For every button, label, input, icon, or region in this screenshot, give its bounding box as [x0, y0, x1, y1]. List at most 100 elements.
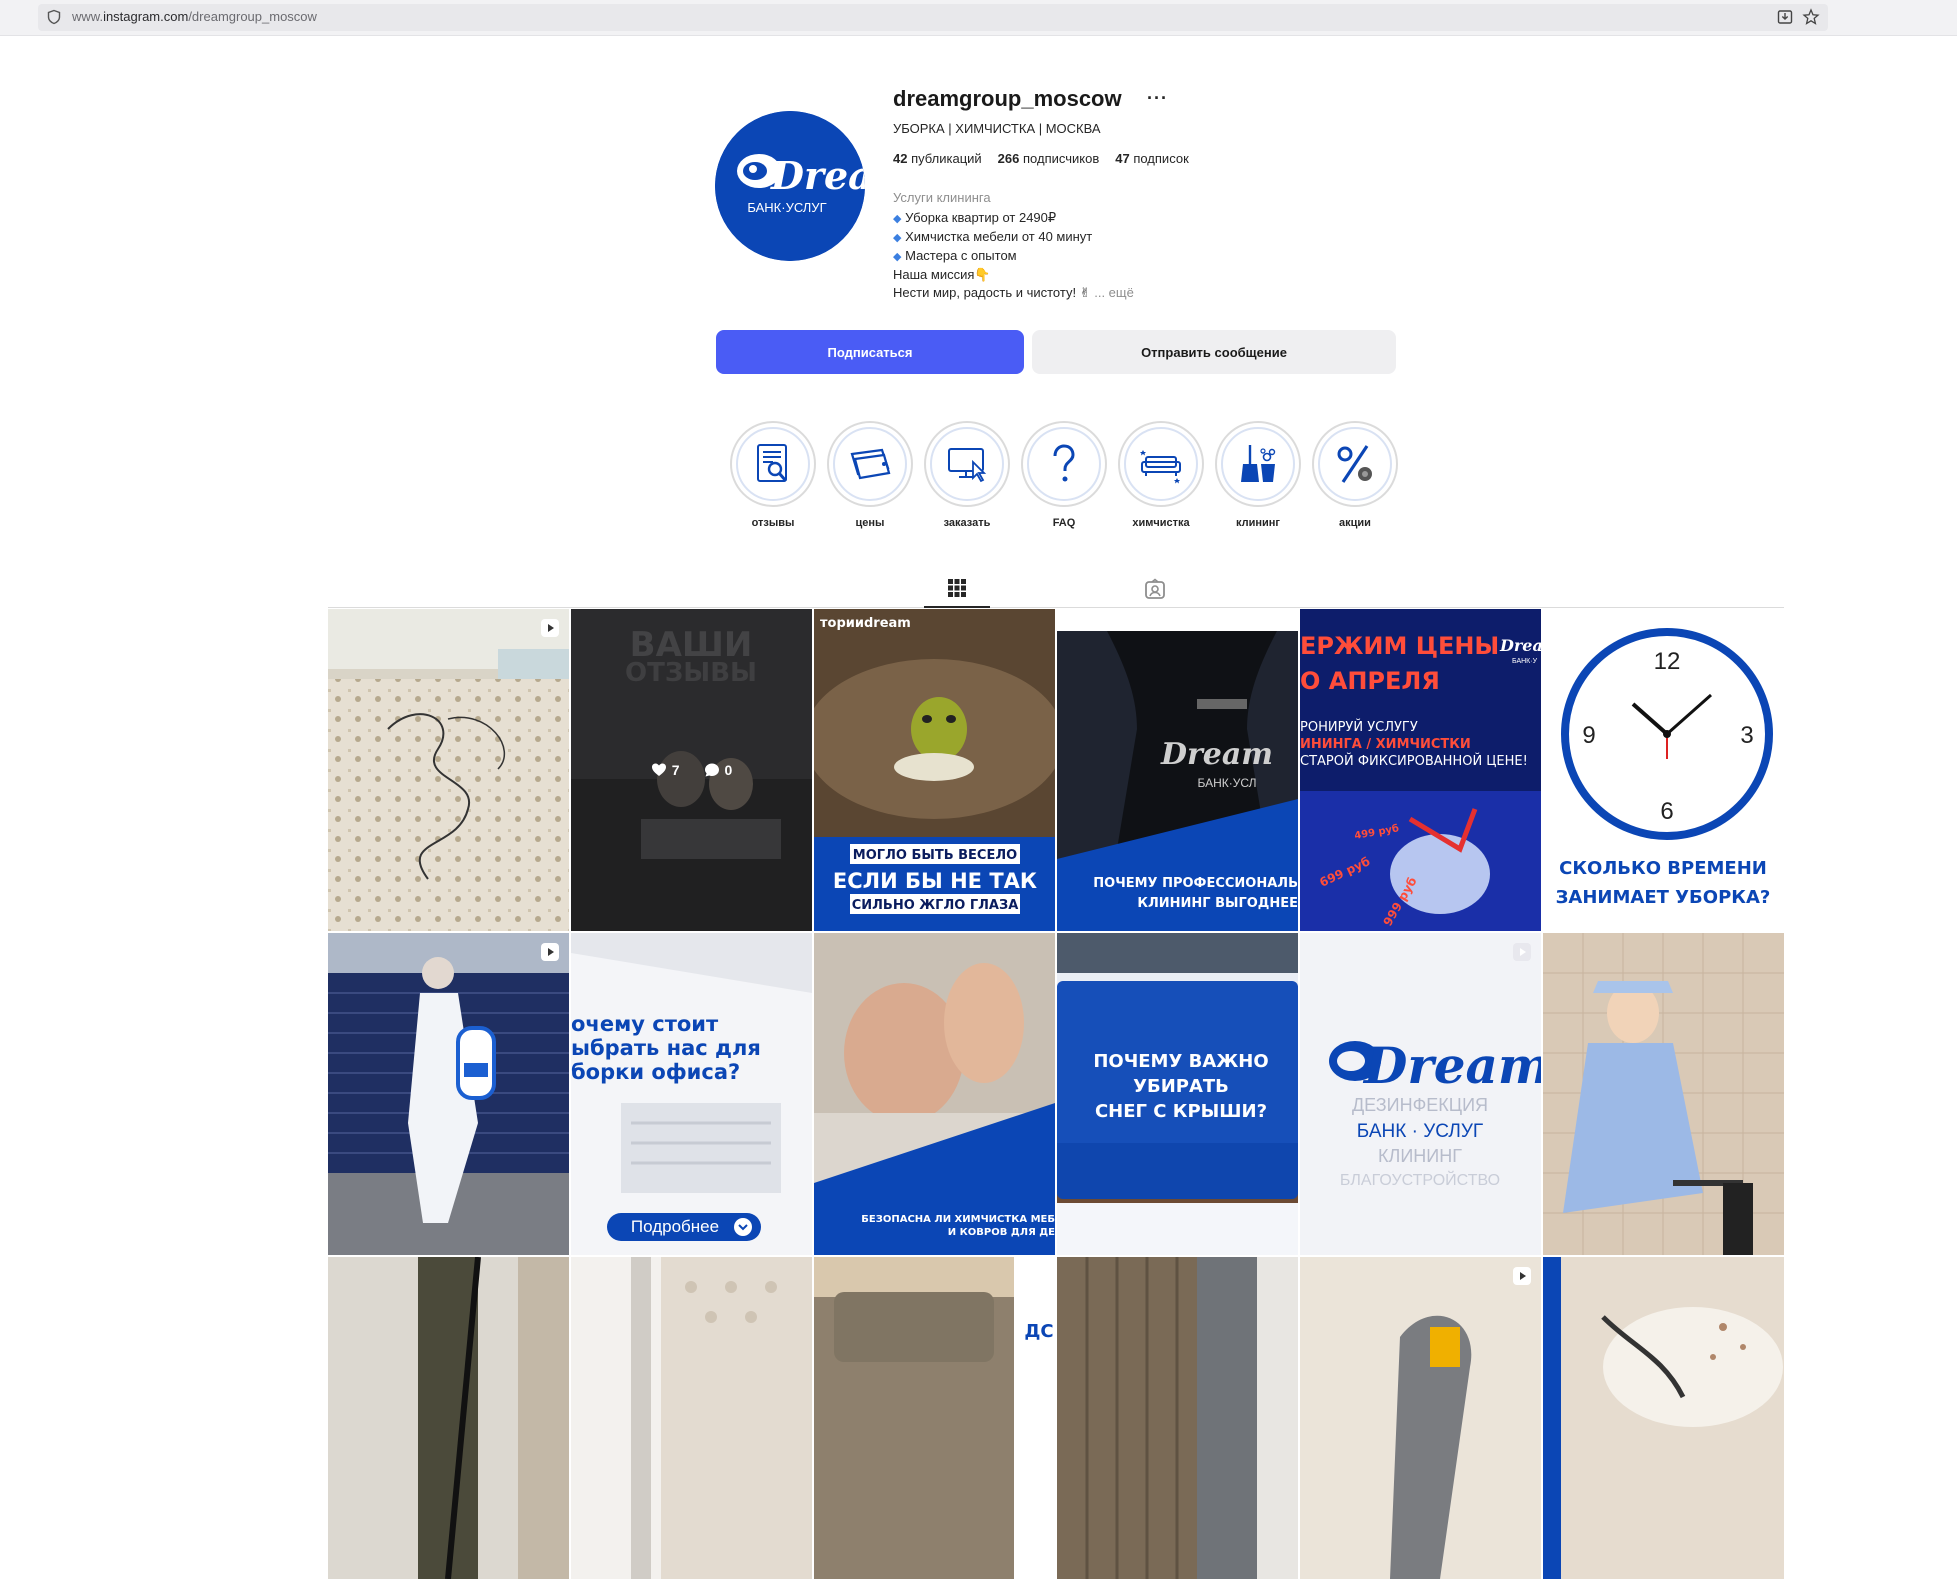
tab-tagged[interactable] — [1122, 570, 1188, 608]
diamond-icon: ◆ — [893, 251, 902, 263]
follow-button[interactable]: Подписаться — [716, 330, 1024, 374]
post-caption: И КОВРОВ ДЛЯ ДЕ — [948, 1227, 1055, 1238]
post-tile[interactable] — [328, 609, 569, 931]
shield-icon[interactable] — [46, 9, 62, 25]
post-tile[interactable]: ЕРЖИМ ЦЕНЫ О АПРЕЛЯ Drea БАНК·У РОНИРУЙ … — [1300, 609, 1541, 931]
percent-icon — [1337, 445, 1372, 483]
tabs-divider — [328, 607, 1784, 608]
highlight-prices[interactable]: цены — [827, 421, 913, 529]
post-caption: СНЕГ С КРЫШИ? — [1095, 1101, 1267, 1122]
highlight-order[interactable]: заказать — [924, 421, 1010, 529]
avatar-sub: БАНК·УСЛУГ — [747, 200, 826, 215]
question-icon — [1053, 444, 1075, 482]
post-tile[interactable] — [1543, 933, 1784, 1255]
post-caption: ИНИНГА / ХИМЧИСТКИ — [1300, 737, 1471, 752]
post-caption: ДС — [1024, 1321, 1053, 1342]
post-caption: ыбрать нас для — [571, 1036, 761, 1060]
dream-logo-icon: Dream БАНК·УСЛУГ — [715, 111, 865, 261]
post-tile[interactable]: БЕЗОПАСНА ЛИ ХИМЧИСТКА МЕБ И КОВРОВ ДЛЯ … — [814, 933, 1055, 1255]
post-caption: УБИРАТЬ — [1133, 1076, 1229, 1097]
post-caption: СКОЛЬКО ВРЕМЕНИ — [1559, 858, 1767, 879]
post-caption: БЛАГОУСТРОЙСТВО — [1340, 1170, 1500, 1189]
bio-line: ◆ Химчистка мебели от 40 минут — [893, 229, 1093, 244]
post-button-label: Подробнее — [631, 1217, 719, 1236]
post-tile[interactable] — [1543, 1257, 1784, 1579]
stat-posts[interactable]: 42 публикаций — [893, 151, 982, 166]
post-tile[interactable]: ВАШИ ОТЗЫВЫ 7 0 — [571, 609, 812, 931]
tab-posts[interactable] — [924, 570, 990, 608]
profile-bio: Услуги клининга ◆ Уборка квартир от 2490… — [893, 189, 1134, 302]
post-brand: Dream — [1160, 737, 1273, 772]
post-caption: ЕРЖИМ ЦЕНЫ — [1300, 632, 1499, 660]
post-caption: КЛИНИНГ — [1378, 1146, 1462, 1166]
post-caption: очему стоит — [571, 1012, 719, 1036]
post-brand: Drea — [1499, 636, 1541, 655]
post-tile[interactable] — [1057, 1257, 1298, 1579]
post-caption: БЕЗОПАСНА ЛИ ХИМЧИСТКА МЕБ — [861, 1214, 1055, 1225]
bio-line: ◆ Мастера с опытом — [893, 248, 1017, 263]
post-tile[interactable]: 12 3 6 9 СКОЛЬКО ВРЕМЕНИ ЗАНИМАЕТ УБОРКА… — [1543, 609, 1784, 931]
profile-username: dreamgroup_moscow — [893, 86, 1122, 111]
clock-number: 9 — [1582, 722, 1595, 749]
post-tile[interactable]: очему стоит ыбрать нас для борки офиса? … — [571, 933, 812, 1255]
comment-icon — [704, 763, 719, 777]
post-caption: БАНК · УСЛУГ — [1357, 1121, 1483, 1142]
bio-line: ◆ Уборка квартир от 2490₽ — [893, 210, 1057, 225]
diamond-icon: ◆ — [893, 213, 902, 225]
post-tile[interactable]: Dream БАНК·УСЛ ПОЧЕМУ ПРОФЕССИОНАЛЬ КЛИН… — [1057, 609, 1298, 931]
post-tile[interactable]: ПОЧЕМУ ВАЖНО УБИРАТЬ СНЕГ С КРЫШИ? — [1057, 933, 1298, 1255]
post-caption: борки офиса? — [571, 1060, 740, 1084]
post-caption: СИЛЬНО ЖГЛО ГЛАЗА — [852, 898, 1019, 913]
profile-stats: 42 публикаций 266 подписчиков 47 подписо… — [893, 151, 1189, 166]
stat-following[interactable]: 47 подписок — [1115, 151, 1189, 166]
post-caption: О АПРЕЛЯ — [1300, 667, 1440, 695]
sofa-icon — [1140, 450, 1181, 484]
more-options-icon[interactable]: ··· — [1147, 88, 1168, 109]
highlight-dry-cleaning[interactable]: химчистка — [1118, 421, 1204, 529]
avatar-brand: Dream — [770, 153, 865, 198]
price-tag-icon — [850, 448, 891, 480]
post-caption: ЕСЛИ БЫ НЕ ТАК — [833, 869, 1037, 893]
post-brand-sub: БАНК·УСЛ — [1197, 776, 1256, 790]
bio-category: Услуги клининга — [893, 190, 991, 205]
post-tile[interactable]: ДС — [814, 1257, 1055, 1579]
clock-number: 3 — [1740, 722, 1753, 749]
bookmark-star-icon[interactable] — [1802, 8, 1820, 26]
browser-address-bar: www.instagram.com/dreamgroup_moscow — [0, 0, 1957, 36]
post-caption: ЗАНИМАЕТ УБОРКА? — [1556, 887, 1771, 908]
reel-icon — [1513, 943, 1531, 961]
download-icon[interactable] — [1776, 8, 1794, 26]
post-caption: ПОЧЕМУ ПРОФЕССИОНАЛЬ — [1093, 876, 1298, 891]
diamond-icon: ◆ — [893, 232, 902, 244]
comments-count: 0 — [704, 762, 732, 778]
highlight-reviews[interactable]: отзывы — [730, 421, 816, 529]
post-brand: Dream — [1362, 1036, 1541, 1095]
post-brand-sub: БАНК·У — [1512, 658, 1538, 665]
broom-bucket-icon — [1241, 445, 1276, 482]
bio-more-link[interactable]: ... ещё — [1094, 285, 1134, 300]
post-caption: РОНИРУЙ УСЛУГУ — [1300, 719, 1418, 735]
grid-icon — [948, 579, 966, 597]
message-button[interactable]: Отправить сообщение — [1032, 330, 1396, 374]
url-text[interactable]: www.instagram.com/dreamgroup_moscow — [72, 9, 317, 24]
review-icon — [757, 444, 788, 482]
post-caption: МОГЛО БЫТЬ ВЕСЕЛО — [853, 848, 1017, 863]
bio-line: Нести мир, радость и чистоту! ✌ ... ещё — [893, 285, 1134, 300]
highlight-promotions[interactable]: акции — [1312, 421, 1398, 529]
post-tile[interactable]: торииdream МОГЛО БЫТЬ ВЕСЕЛО ЕСЛИ БЫ НЕ … — [814, 609, 1055, 931]
order-screen-icon — [948, 448, 987, 483]
clock-number: 12 — [1654, 648, 1681, 675]
highlight-faq[interactable]: FAQ — [1021, 421, 1107, 529]
post-tile[interactable] — [328, 1257, 569, 1579]
post-tile[interactable]: Dream ДЕЗИНФЕКЦИЯ БАНК · УСЛУГ КЛИНИНГ Б… — [1300, 933, 1541, 1255]
post-tile[interactable] — [328, 933, 569, 1255]
bio-line: Наша миссия👇 — [893, 267, 991, 282]
stat-followers[interactable]: 266 подписчиков — [998, 151, 1100, 166]
profile-category: УБОРКА | ХИМЧИСТКА | МОСКВА — [893, 121, 1101, 136]
posts-grid: ВАШИ ОТЗЫВЫ 7 0 торииdream МОГЛО БЫТЬ ВЕ… — [328, 609, 1784, 1579]
highlight-cleaning[interactable]: клининг — [1215, 421, 1301, 529]
post-tile[interactable] — [1300, 1257, 1541, 1579]
profile-avatar[interactable]: Dream БАНК·УСЛУГ — [715, 111, 865, 261]
post-tile[interactable] — [571, 1257, 812, 1579]
post-hover-overlay: 7 0 — [571, 609, 812, 931]
